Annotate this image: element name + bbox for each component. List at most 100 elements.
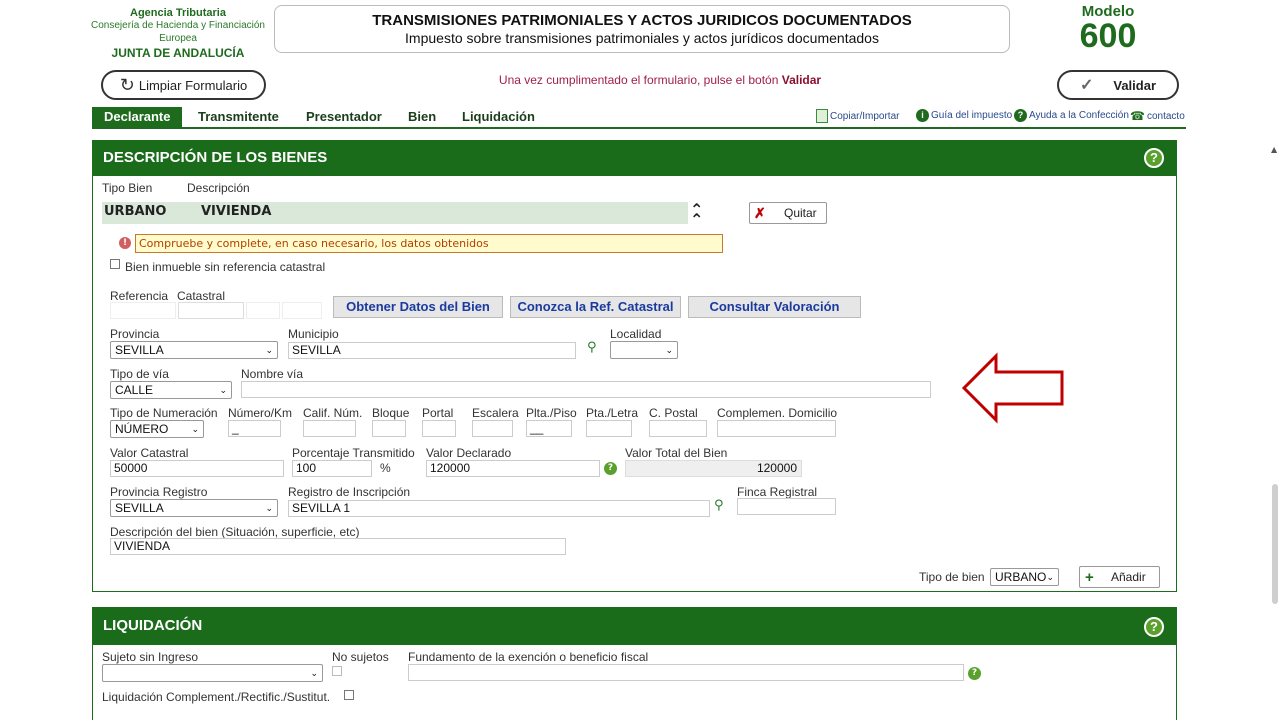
liquidacion-panel-title: LIQUIDACIÓN: [103, 617, 203, 634]
portal-input[interactable]: [422, 420, 456, 437]
form-subtitle: Impuesto sobre transmisiones patrimonial…: [405, 30, 879, 46]
numero-input[interactable]: _: [228, 420, 281, 437]
consultar-valoracion-button[interactable]: Consultar Valoración: [688, 296, 861, 318]
escalera-input[interactable]: [472, 420, 513, 437]
notice-text: Una vez cumplimentado el formulario, pul…: [498, 73, 779, 87]
registro-label: Registro de Inscripción: [288, 485, 411, 499]
validate-button[interactable]: ✓ Validar: [1057, 70, 1179, 100]
valor-total-label: Valor Total del Bien: [625, 446, 728, 460]
puerta-input[interactable]: [586, 420, 632, 437]
tab-bien[interactable]: Bien: [408, 107, 436, 127]
tipo-num-select[interactable]: NÚMERO ⌄: [110, 420, 204, 438]
valor-declarado-input[interactable]: 120000: [426, 460, 600, 477]
scroll-up-icon[interactable]: ▲: [1271, 145, 1280, 155]
warning-icon: !: [119, 237, 131, 249]
fundamento-label: Fundamento de la exención o beneficio fi…: [408, 650, 649, 664]
obtener-datos-button[interactable]: Obtener Datos del Bien: [333, 296, 503, 318]
tab-transmitente[interactable]: Transmitente: [198, 107, 279, 127]
tax-guide-link[interactable]: i Guía del impuesto: [916, 109, 1012, 122]
localidad-select[interactable]: ⌄: [610, 341, 678, 359]
prov-registro-label: Provincia Registro: [110, 485, 208, 499]
col-descripcion: Descripción: [187, 181, 250, 195]
no-sujetos-checkbox[interactable]: [332, 666, 342, 676]
desc-bien-label: Descripción del bien (Situación, superfi…: [110, 525, 360, 539]
quitar-button[interactable]: ✗ Quitar: [749, 202, 827, 224]
question-icon: ?: [1014, 109, 1027, 122]
search-icon[interactable]: ⚲: [587, 340, 597, 355]
valor-catastral-input[interactable]: 50000: [110, 460, 284, 477]
sujeto-select[interactable]: ⌄: [102, 664, 323, 682]
provincia-select[interactable]: SEVILLA ⌄: [110, 341, 278, 359]
finca-label: Finca Registral: [737, 485, 818, 499]
complement-checkbox[interactable]: [344, 690, 354, 700]
chevron-down-icon: ⌄: [265, 503, 273, 513]
contact-link[interactable]: ☎ contacto: [1130, 109, 1185, 123]
complement-label: Liquidación Complement./Rectific./Sustit…: [102, 690, 331, 704]
scrollbar-thumb[interactable]: [1272, 484, 1278, 604]
quitar-label: Quitar: [784, 206, 817, 220]
validate-label: Validar: [1113, 77, 1157, 93]
planta-input[interactable]: __: [526, 420, 572, 437]
cp-input[interactable]: [649, 420, 707, 437]
porcentaje-input[interactable]: 100: [292, 460, 372, 477]
nombre-via-input[interactable]: [241, 381, 931, 398]
bloque-input[interactable]: [372, 420, 406, 437]
help-link[interactable]: ? Ayuda a la Confección: [1014, 109, 1129, 122]
sin-ref-checkbox[interactable]: [110, 259, 120, 269]
finca-input[interactable]: [737, 498, 836, 515]
info-icon: i: [916, 109, 929, 122]
tab-presentador[interactable]: Presentador: [306, 107, 382, 127]
sujeto-label: Sujeto sin Ingreso: [102, 650, 199, 664]
chevron-down-icon: ⌄: [265, 345, 273, 355]
calif-input[interactable]: [303, 420, 356, 437]
search-icon[interactable]: ⚲: [714, 498, 724, 513]
help-icon[interactable]: ?: [604, 462, 617, 475]
copy-import-label: Copiar/Importar: [830, 110, 900, 122]
tab-liquidacion[interactable]: Liquidación: [462, 107, 535, 127]
clear-form-button[interactable]: ↻ Limpiar Formulario: [101, 70, 266, 100]
ref-catastral-input-2[interactable]: [178, 302, 244, 319]
collapse-icon[interactable]: ⌃ ⌃: [690, 202, 703, 228]
desc-bien-input[interactable]: VIVIENDA: [110, 538, 566, 555]
municipio-label: Municipio: [288, 327, 339, 341]
prov-registro-value: SEVILLA: [115, 501, 164, 515]
ref-label-2: Catastral: [177, 289, 226, 303]
prov-registro-select[interactable]: SEVILLA ⌄: [110, 499, 278, 517]
tipo-bien-select[interactable]: URBANO ⌄: [990, 568, 1059, 586]
ref-catastral-input-4[interactable]: [282, 302, 322, 319]
copy-import-link[interactable]: Copiar/Importar: [816, 109, 899, 123]
ref-catastral-input-1[interactable]: [110, 302, 176, 319]
chevron-down-icon: ⌄: [665, 345, 673, 355]
help-icon[interactable]: ?: [968, 667, 981, 680]
modelo-number: 600: [1079, 17, 1137, 55]
tipo-via-select[interactable]: CALLE ⌄: [110, 381, 232, 399]
help-icon[interactable]: ?: [1144, 148, 1164, 168]
refresh-icon: ↻: [119, 74, 135, 95]
conozca-ref-button[interactable]: Conozca la Ref. Catastral: [510, 296, 681, 318]
puerta-label: Pta./Letra: [586, 406, 639, 420]
junta-logo: JUNTA DE ANDALUCÍA: [111, 46, 245, 60]
anadir-button[interactable]: + Añadir: [1079, 566, 1160, 588]
planta-label: Plta./Piso: [526, 406, 577, 420]
calif-label: Calif. Núm.: [303, 406, 363, 420]
fundamento-input[interactable]: [408, 664, 964, 681]
numero-label: Número/Km: [228, 406, 293, 420]
valor-declarado-label: Valor Declarado: [426, 446, 512, 460]
bien-row[interactable]: URBANO VIVIENDA: [102, 202, 688, 224]
registro-input[interactable]: SEVILLA 1: [288, 500, 710, 517]
chevron-down-icon: ⌄: [191, 424, 199, 434]
tab-declarante[interactable]: Declarante: [92, 107, 183, 127]
provincia-label: Provincia: [110, 327, 160, 341]
municipio-input[interactable]: SEVILLA: [288, 342, 576, 359]
check-icon: ✓: [1079, 77, 1094, 94]
complemen-input[interactable]: [717, 420, 836, 437]
notice-strong: Validar: [781, 73, 822, 87]
ref-catastral-input-3[interactable]: [246, 302, 280, 319]
consejeria-line-2: Europea: [159, 33, 197, 44]
phone-icon: ☎: [1130, 109, 1145, 123]
help-icon[interactable]: ?: [1144, 617, 1164, 637]
tax-guide-label: Guía del impuesto: [931, 110, 1013, 121]
porcentaje-label: Porcentaje Transmitido: [292, 446, 415, 460]
bienes-panel-header: DESCRIPCIÓN DE LOS BIENES ?: [93, 140, 1176, 176]
provincia-value: SEVILLA: [115, 343, 164, 357]
